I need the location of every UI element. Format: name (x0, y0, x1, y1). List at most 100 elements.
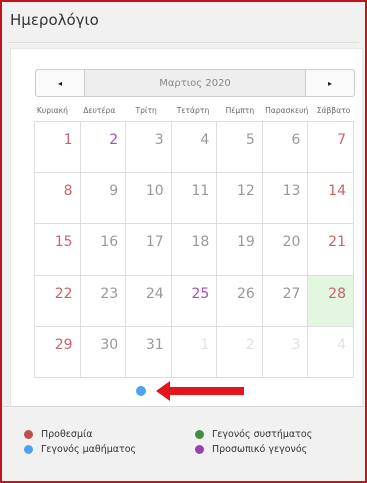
day-cell[interactable]: 5 (217, 122, 263, 174)
day-number: 12 (237, 183, 255, 200)
weekday-header: Κυριακή Δευτέρα Τρίτη Τετάρτη Πέμπτη Παρ… (29, 106, 357, 115)
day-cell[interactable]: 31 (126, 326, 172, 378)
legend-divider (2, 406, 365, 407)
legend-deadline: Προθεσμία (24, 429, 92, 440)
day-number: 22 (54, 285, 73, 302)
title-divider (8, 42, 359, 43)
day-number: 6 (291, 132, 301, 148)
legend-system-event: Γεγονός συστήματος (195, 429, 312, 440)
next-month-button[interactable]: ▸ (305, 70, 354, 96)
day-number: 14 (328, 183, 346, 200)
legend-course-event: Γεγονός μαθήματος (24, 444, 136, 455)
day-number: 26 (237, 285, 255, 302)
day-number: 3 (154, 132, 164, 148)
day-number: 28 (328, 285, 346, 302)
annotation-arrow-icon (156, 381, 244, 401)
day-number: 5 (245, 132, 255, 148)
weekday-tuesday: Τρίτη (135, 106, 157, 115)
day-number: 24 (145, 285, 164, 302)
day-number: 20 (282, 234, 301, 251)
day-number: 13 (282, 183, 301, 200)
day-number: 4 (200, 132, 210, 148)
day-number: 4 (337, 336, 346, 353)
day-cell[interactable]: 12 (217, 173, 263, 225)
day-number: 11 (191, 183, 210, 200)
arrow-right-icon: ▸ (327, 78, 332, 88)
calendar-grid: 1 2 3 4 5 6 7 8 9 10 11 12 13 14 15 16 1… (34, 121, 354, 378)
deadline-dot-icon (24, 430, 33, 439)
day-cell: 1 (171, 326, 218, 378)
day-cell[interactable]: 27 (262, 275, 309, 327)
course-event-marker[interactable] (136, 386, 146, 396)
day-number: 1 (63, 132, 73, 148)
month-navigation: ◂ Μαρτιος 2020 ▸ (35, 69, 355, 97)
weekday-monday: Δευτέρα (83, 106, 116, 115)
day-cell[interactable]: 8 (35, 173, 81, 225)
day-cell[interactable]: 14 (308, 173, 354, 225)
day-number: 29 (54, 336, 73, 353)
legend-label: Προθεσμία (41, 429, 93, 440)
day-cell[interactable]: 10 (126, 173, 172, 225)
day-cell[interactable]: 4 (171, 122, 218, 174)
month-label: Μαρτιος 2020 (159, 77, 231, 89)
day-cell[interactable]: 7 (308, 122, 354, 174)
day-cell[interactable]: 22 (35, 275, 81, 327)
day-number: 7 (337, 132, 346, 148)
weekday-thursday: Πέμπτη (225, 106, 255, 115)
personal-dot-icon (195, 445, 204, 454)
weekday-saturday: Σάββατο (316, 106, 351, 115)
day-number: 15 (54, 234, 73, 251)
day-number: 27 (282, 285, 301, 302)
day-cell: 2 (217, 326, 263, 378)
day-number: 23 (100, 285, 119, 302)
day-cell[interactable]: 20 (262, 224, 309, 276)
day-cell[interactable]: 2 (80, 122, 127, 174)
legend-label: Γεγονός μαθήματος (41, 444, 137, 455)
day-number: 1 (200, 336, 210, 353)
day-cell[interactable]: 17 (126, 224, 172, 276)
day-number: 19 (237, 234, 255, 251)
day-cell[interactable]: 6 (262, 122, 309, 174)
legend-label: Προσωπικό γεγονός (212, 444, 308, 455)
day-cell[interactable]: 16 (80, 224, 127, 276)
day-cell[interactable]: 18 (171, 224, 218, 276)
day-number: 8 (63, 183, 73, 200)
day-number: 30 (100, 336, 119, 353)
day-cell[interactable]: 3 (126, 122, 172, 174)
day-number: 3 (291, 336, 301, 353)
day-cell: 3 (262, 326, 309, 378)
day-cell[interactable]: 15 (35, 224, 81, 276)
day-cell[interactable]: 23 (80, 275, 127, 327)
day-number: 21 (328, 234, 346, 251)
today-cell[interactable]: 28 (308, 275, 354, 327)
day-cell: 4 (308, 326, 354, 378)
course-dot-icon (24, 445, 33, 454)
day-cell[interactable]: 13 (262, 173, 309, 225)
weekday-wednesday: Τετάρτη (176, 106, 210, 115)
day-cell[interactable]: 26 (217, 275, 263, 327)
day-cell[interactable]: 1 (35, 122, 81, 174)
day-cell[interactable]: 21 (308, 224, 354, 276)
day-number: 25 (191, 285, 210, 302)
weekday-friday: Παρασκευή (265, 106, 309, 115)
day-number: 9 (109, 183, 119, 200)
block-title: Ημερολόγιο (10, 11, 99, 29)
day-cell[interactable]: 24 (126, 275, 172, 327)
calendar-block: Ημερολόγιο ◂ Μαρτιος 2020 ▸ Κυριακή Δευτ… (0, 0, 367, 483)
calendar-card: ◂ Μαρτιος 2020 ▸ Κυριακή Δευτέρα Τρίτη Τ… (10, 48, 363, 407)
system-dot-icon (195, 430, 204, 439)
day-cell[interactable]: 25 (171, 275, 218, 327)
legend-label: Γεγονός συστήματος (212, 429, 313, 440)
day-number: 31 (145, 336, 164, 353)
day-number: 16 (100, 234, 119, 251)
day-cell[interactable]: 30 (80, 326, 127, 378)
day-cell[interactable]: 11 (171, 173, 218, 225)
day-cell[interactable]: 19 (217, 224, 263, 276)
day-number: 10 (145, 183, 164, 200)
day-cell[interactable]: 29 (35, 326, 81, 378)
day-number: 2 (109, 132, 119, 148)
day-cell[interactable]: 9 (80, 173, 127, 225)
day-number: 18 (191, 234, 210, 251)
prev-month-button[interactable]: ◂ (36, 70, 85, 96)
legend-personal-event: Προσωπικό γεγονός (195, 444, 307, 455)
